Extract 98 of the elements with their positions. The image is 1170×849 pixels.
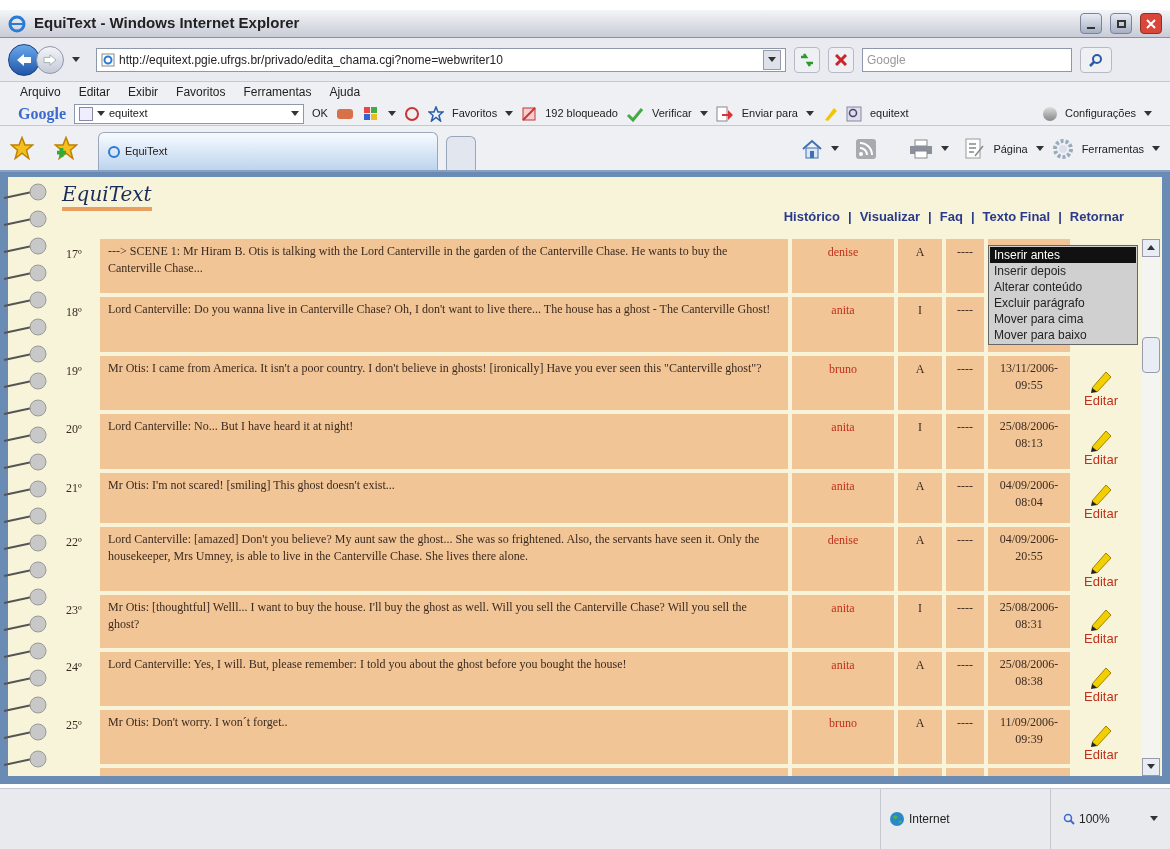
menu-item[interactable]: Exibir — [128, 83, 159, 101]
type-cell: I — [898, 414, 942, 469]
author-cell: anita — [792, 651, 894, 706]
address-field[interactable]: http://equitext.pgie.ufrgs.br/privado/edita_chama.cgi?nome=webwriter10 — [96, 47, 786, 72]
paragraph-number: 19º — [65, 362, 83, 380]
status-cell: ---- — [946, 297, 984, 352]
status-cell: ---- — [946, 414, 984, 469]
edit-link[interactable]: Editar — [1084, 507, 1118, 521]
paragraph-number: 22º — [65, 534, 83, 551]
menu-item[interactable]: Ferramentas — [243, 83, 312, 101]
paragraph-number: 21º — [65, 479, 83, 497]
nav-link[interactable]: Histórico — [783, 207, 840, 227]
status-cell: ---- — [946, 472, 984, 523]
toolbar-search-field[interactable]: equitext — [74, 103, 304, 124]
security-zone: Internet — [909, 811, 950, 828]
paragraph-number: 24º — [65, 658, 83, 676]
author-cell: bruno — [792, 709, 894, 765]
nav-separator: | — [928, 208, 932, 226]
context-menu-item[interactable]: Alterar conteúdo — [990, 279, 1136, 295]
status-cell: ---- — [946, 239, 984, 294]
context-menu-item[interactable]: Inserir depois — [990, 263, 1136, 279]
check-button[interactable]: Verificar — [651, 105, 692, 122]
paragraph-cell: Mr Otis: Don't worry. I won´t forget.. — [100, 709, 788, 765]
date-cell: 13/11/2006-09:55 — [988, 355, 1070, 411]
nav-separator: | — [848, 208, 852, 226]
date-cell: 11/09/2006-09:39 — [988, 709, 1070, 765]
nav-link[interactable]: Retornar — [1069, 207, 1124, 227]
nav-link[interactable]: Texto Final — [982, 207, 1051, 227]
menu-item[interactable]: Favoritos — [176, 83, 226, 101]
type-cell: A — [898, 355, 942, 411]
search-field[interactable]: Google — [862, 47, 1072, 72]
author-cell: anita — [792, 472, 894, 523]
paragraph-cell: Mr Otis: [thoughtful] Welll... I want to buy the house. I'll buy the ghost as well. Will you sell the Canterville Chase? Will you sell the ghost? — [100, 595, 788, 648]
page-menu-button[interactable]: Página — [993, 140, 1028, 158]
nav-link[interactable]: Visualizar — [859, 207, 921, 227]
window-title: EquiText - Windows Internet Explorer — [34, 13, 300, 34]
paragraph-cell: Lord Canterville: Yes, I will. But, please remember: I told you about the ghost before you bought the house! — [100, 651, 788, 706]
date-cell: 25/08/2006-08:31 — [988, 595, 1070, 648]
context-menu-item[interactable]: Excluir parágrafo — [990, 295, 1136, 311]
site-logo: EquiText — [62, 181, 152, 211]
tools-menu-button[interactable]: Ferramentas — [1081, 140, 1144, 158]
author-cell: bruno — [792, 355, 894, 411]
paragraph-number: 17º — [65, 246, 83, 263]
type-cell: I — [898, 297, 942, 352]
bookmark-button[interactable]: equitext — [869, 105, 909, 122]
status-cell: ---- — [946, 527, 984, 592]
nav-link[interactable]: Faq — [939, 207, 963, 227]
date-cell: 25/08/2006-08:13 — [988, 414, 1070, 469]
date-cell: 04/09/2006-20:55 — [988, 527, 1070, 592]
type-cell: I — [898, 595, 942, 648]
paragraph-cell: Mr Otis: I'm not scared! [smiling] This ghost doesn't exist... — [100, 472, 788, 523]
menu-item[interactable]: Arquivo — [20, 83, 61, 101]
nav-separator: | — [970, 208, 975, 226]
type-cell: A — [898, 472, 942, 523]
paragraph-cell: Lord Canterville: No... But I have heard it at night! — [100, 414, 788, 469]
favorites-button[interactable]: Favoritos — [451, 105, 498, 122]
google-logo: Google — [18, 103, 66, 125]
author-cell: anita — [792, 297, 894, 352]
nav-separator: | — [1058, 208, 1062, 226]
menu-item[interactable]: Editar — [78, 83, 111, 101]
status-cell: ---- — [946, 355, 984, 411]
send-button[interactable]: Enviar para — [741, 105, 798, 122]
type-cell: A — [898, 527, 942, 592]
edit-link[interactable]: Editar — [1084, 394, 1118, 409]
author-cell: anita — [792, 595, 894, 648]
status-cell: ---- — [946, 651, 984, 706]
blocked-count[interactable]: 192 bloqueado — [545, 105, 618, 122]
paragraph-cell: Lord Canterville: Do you wanna live in Canterville Chase? Oh, I don't want to live there... The house has a ghost - The Canterville Ghost! — [100, 297, 788, 352]
paragraph-number: 18º — [65, 304, 83, 322]
type-cell: A — [898, 239, 942, 294]
edit-link[interactable]: Editar — [1084, 575, 1118, 590]
paragraph-number: 23º — [65, 602, 83, 620]
date-cell: 04/09/2006-08:04 — [988, 472, 1070, 523]
author-cell: anita — [792, 414, 894, 469]
author-cell: denise — [792, 239, 894, 294]
paragraph-number: 20º — [65, 421, 83, 439]
context-menu-item[interactable]: Inserir antes — [990, 247, 1136, 263]
ok-button[interactable]: OK — [312, 105, 328, 122]
date-cell: 25/08/2006-08:38 — [988, 651, 1070, 706]
paragraph-cell: Lord Canterville: [amazed] Don't you believe? My aunt saw the ghost... She was so frightened. Also, the servants have seen it. Only the housekeeper, Mrs Umney, is able to live in the Canterville Chase. She lives there alone. — [100, 527, 788, 592]
status-cell: ---- — [946, 595, 984, 648]
paragraph-number: 25º — [65, 716, 83, 734]
type-cell: A — [898, 651, 942, 706]
paragraph-cell: ---> SCENE 1: Mr Hiram B. Otis is talking with the Lord Canterville in the garden of the Canterville Chase. He wants to buy the Canterville Chase... — [100, 239, 788, 294]
context-menu-item[interactable]: Mover para baixo — [990, 327, 1136, 343]
status-cell: ---- — [946, 709, 984, 765]
edit-link[interactable]: Editar — [1084, 631, 1118, 646]
menu-item[interactable]: Ajuda — [329, 83, 361, 101]
edit-link[interactable]: Editar — [1084, 748, 1118, 763]
paragraph-cell: Mr Otis: I came from America. It isn't a poor country. I don't believe in ghosts! [ironically] Have you ever seen this "Canterville ghost"? — [100, 355, 788, 411]
settings-button[interactable]: Configurações — [1065, 105, 1136, 122]
zoom-level[interactable]: 100% — [1079, 810, 1110, 828]
type-cell: A — [898, 709, 942, 765]
context-menu-item[interactable]: Mover para cima — [990, 311, 1136, 327]
edit-link[interactable]: Editar — [1084, 689, 1118, 704]
author-cell: denise — [792, 527, 894, 592]
browser-tab[interactable]: EquiText — [98, 132, 438, 170]
edit-link[interactable]: Editar — [1084, 452, 1118, 467]
